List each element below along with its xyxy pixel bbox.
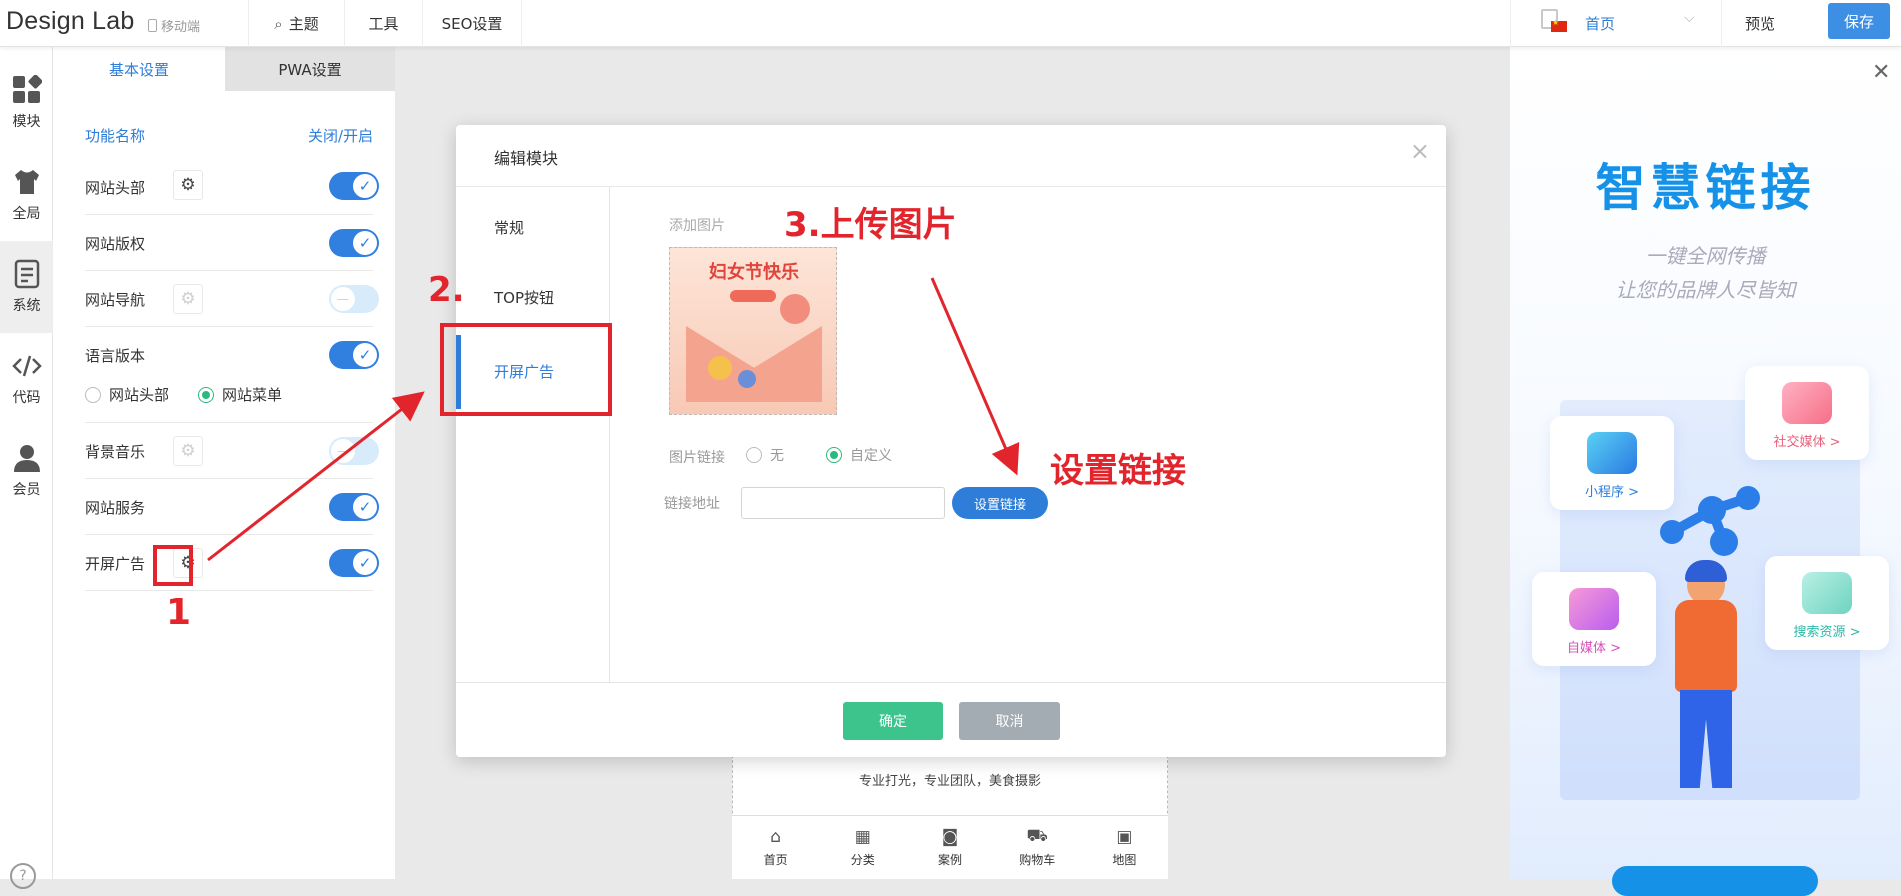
arrow-to-tab [207,391,425,562]
arrow-to-set-link [930,277,1020,476]
annotation-arrows [207,277,1020,562]
